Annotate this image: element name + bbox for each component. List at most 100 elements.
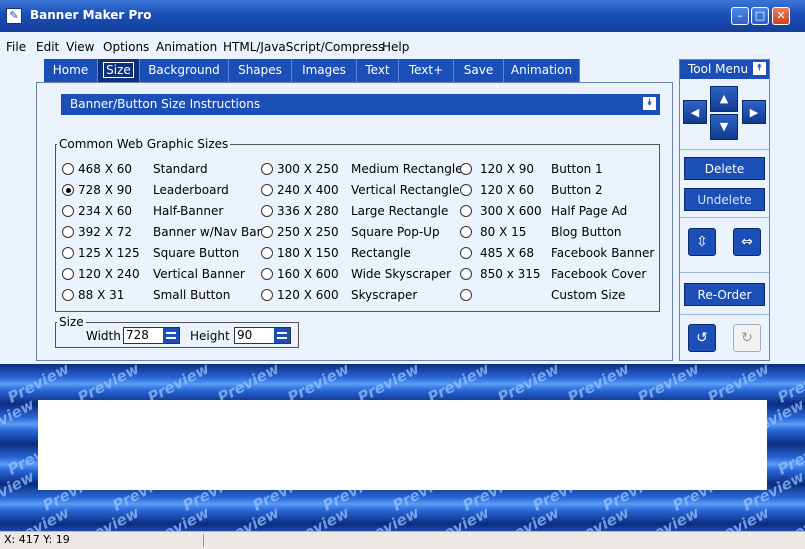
menu-file[interactable]: File	[6, 40, 26, 54]
size-name: Half Page Ad	[551, 204, 628, 218]
size-dimension: 392 X 72	[78, 225, 133, 239]
size-radio[interactable]	[460, 268, 472, 280]
app-icon: ✎	[6, 8, 22, 24]
width-input[interactable]: 728	[123, 327, 180, 344]
size-dimension: 300 X 250	[277, 162, 339, 176]
size-legend: Size	[57, 315, 86, 329]
size-name: Blog Button	[551, 225, 622, 239]
size-name: Rectangle	[351, 246, 411, 260]
size-dimension: 180 X 150	[277, 246, 339, 260]
size-dimension: 120 X 60	[480, 183, 535, 197]
size-name: Facebook Cover	[551, 267, 647, 281]
move-right-icon[interactable]: ▶	[742, 100, 766, 124]
menu-animation[interactable]: Animation	[156, 40, 217, 54]
menu-html-javascript-compress[interactable]: HTML/JavaScript/Compress	[223, 40, 384, 54]
banner-canvas[interactable]	[38, 400, 767, 490]
size-name: Button 1	[551, 162, 603, 176]
menu-edit[interactable]: Edit	[36, 40, 59, 54]
size-radio[interactable]	[460, 163, 472, 175]
double-chevron-up-icon[interactable]: ⯭	[753, 62, 766, 75]
menu-view[interactable]: View	[66, 40, 94, 54]
size-dimension: 485 X 68	[480, 246, 535, 260]
tab-background[interactable]: Background	[140, 59, 229, 82]
tab-size[interactable]: Size	[98, 59, 140, 82]
size-name: Facebook Banner	[551, 246, 655, 260]
size-radio[interactable]	[261, 247, 273, 259]
menu-options[interactable]: Options	[103, 40, 149, 54]
undelete-button[interactable]: Undelete	[684, 188, 765, 211]
divider	[680, 217, 769, 218]
move-up-icon[interactable]: ▲	[710, 86, 738, 112]
window-title: Banner Maker Pro	[30, 8, 152, 22]
size-dimension: 88 X 31	[78, 288, 125, 302]
size-dimension: 300 X 600	[480, 204, 542, 218]
preview-area: Preview Preview Preview Preview Preview Previ…	[0, 364, 805, 531]
size-radio[interactable]	[460, 226, 472, 238]
preview-watermark: Preview	[634, 503, 703, 531]
tab-size-label: Size	[103, 62, 134, 78]
instructions-label: Banner/Button Size Instructions	[70, 97, 261, 111]
width-spin-icon[interactable]	[163, 328, 179, 343]
tab-animation[interactable]: Animation	[504, 59, 580, 82]
size-radio[interactable]	[460, 289, 472, 301]
size-radio[interactable]	[62, 247, 74, 259]
instructions-bar[interactable]: Banner/Button Size Instructions ⯯	[61, 94, 660, 115]
size-radio[interactable]	[62, 205, 74, 217]
size-radio[interactable]	[460, 184, 472, 196]
size-radio[interactable]	[62, 226, 74, 238]
menu-help[interactable]: Help	[382, 40, 409, 54]
preview-watermark: Preview	[0, 467, 38, 515]
tab-home[interactable]: Home	[44, 59, 98, 82]
undo-icon[interactable]: ↺	[688, 324, 716, 352]
title-bar[interactable]: ✎ Banner Maker Pro – □ ✕	[0, 0, 805, 32]
size-name: Skyscraper	[351, 288, 418, 302]
double-chevron-down-icon[interactable]: ⯯	[643, 97, 656, 110]
tab-text-plus[interactable]: Text+	[399, 59, 454, 82]
redo-icon[interactable]: ↻	[733, 324, 761, 352]
size-dimension: 850 x 315	[480, 267, 541, 281]
maximize-button[interactable]: □	[751, 7, 769, 25]
tab-images[interactable]: Images	[292, 59, 357, 82]
size-radio[interactable]	[62, 184, 74, 196]
size-radio[interactable]	[261, 268, 273, 280]
align-vertical-icon[interactable]: ⇳	[688, 228, 716, 256]
tab-save[interactable]: Save	[454, 59, 504, 82]
size-radio[interactable]	[62, 289, 74, 301]
move-down-icon[interactable]: ▼	[710, 114, 738, 140]
size-radio[interactable]	[460, 205, 472, 217]
size-name: Vertical Banner	[153, 267, 245, 281]
size-radio[interactable]	[261, 205, 273, 217]
size-name: Square Button	[153, 246, 240, 260]
close-button[interactable]: ✕	[772, 7, 790, 25]
cursor-coordinates: X: 417 Y: 19	[4, 533, 70, 546]
size-radio[interactable]	[62, 268, 74, 280]
size-radio[interactable]	[261, 163, 273, 175]
size-radio[interactable]	[261, 289, 273, 301]
preview-watermark: Preview	[564, 503, 633, 531]
reorder-button[interactable]: Re-Order	[684, 283, 765, 306]
tab-text[interactable]: Text	[357, 59, 399, 82]
preview-watermark: Preview	[74, 503, 143, 531]
move-left-icon[interactable]: ◀	[683, 100, 707, 124]
size-radio[interactable]	[460, 247, 472, 259]
preview-watermark: Preview	[774, 503, 805, 531]
divider	[680, 149, 769, 150]
size-radio[interactable]	[62, 163, 74, 175]
size-radio[interactable]	[261, 226, 273, 238]
align-horizontal-icon[interactable]: ⇔	[733, 228, 761, 256]
preview-watermark: Preview	[704, 503, 773, 531]
size-dimension: 120 X 90	[480, 162, 535, 176]
height-input[interactable]: 90	[234, 327, 291, 344]
preview-watermark: Preview	[494, 503, 563, 531]
height-spin-icon[interactable]	[274, 328, 290, 343]
size-dimension: 120 X 600	[277, 288, 339, 302]
menu-bar: File Edit View Options Animation HTML/Ja…	[0, 39, 805, 59]
size-radio[interactable]	[261, 184, 273, 196]
minimize-button[interactable]: –	[731, 7, 749, 25]
tool-menu-header[interactable]: Tool Menu ⯭	[680, 60, 769, 79]
tab-shapes[interactable]: Shapes	[229, 59, 292, 82]
preview-watermark: Preview	[144, 503, 213, 531]
tool-menu-title: Tool Menu	[688, 62, 749, 76]
delete-button[interactable]: Delete	[684, 157, 765, 180]
size-name: Large Rectangle	[351, 204, 449, 218]
